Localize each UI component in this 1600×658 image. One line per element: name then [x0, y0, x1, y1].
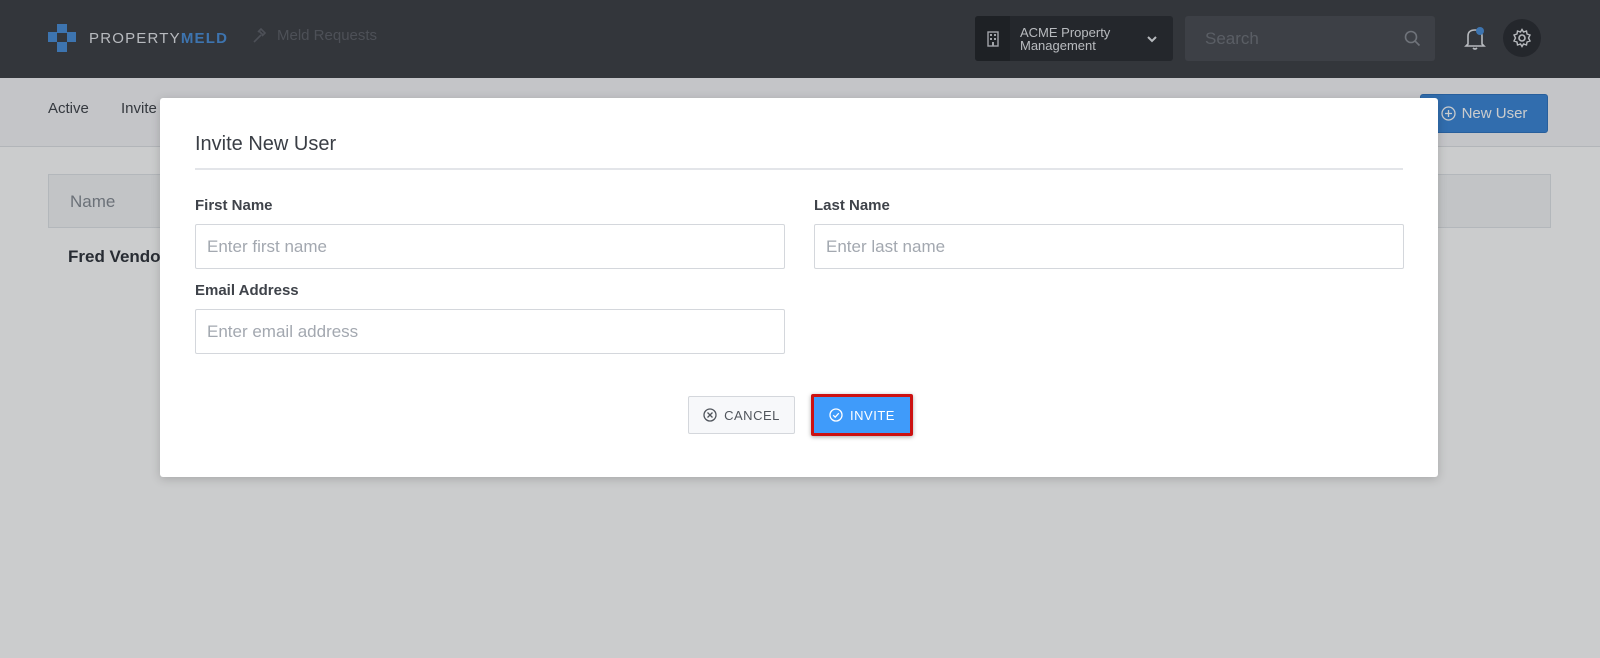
x-circle-icon: [703, 408, 717, 422]
cancel-label: CANCEL: [724, 407, 780, 423]
first-name-label: First Name: [195, 197, 273, 214]
cancel-button[interactable]: CANCEL: [688, 396, 795, 434]
email-field[interactable]: [195, 309, 785, 354]
first-name-field[interactable]: [195, 224, 785, 269]
invite-user-modal: Invite New User First Name Last Name Ema…: [160, 98, 1438, 477]
last-name-label: Last Name: [814, 197, 890, 214]
check-circle-icon: [829, 408, 843, 422]
invite-button[interactable]: INVITE: [814, 397, 910, 433]
modal-title: Invite New User: [195, 133, 337, 155]
modal-divider: [195, 168, 1403, 170]
email-label: Email Address: [195, 282, 299, 299]
last-name-field[interactable]: [814, 224, 1404, 269]
invite-label: INVITE: [850, 407, 895, 423]
